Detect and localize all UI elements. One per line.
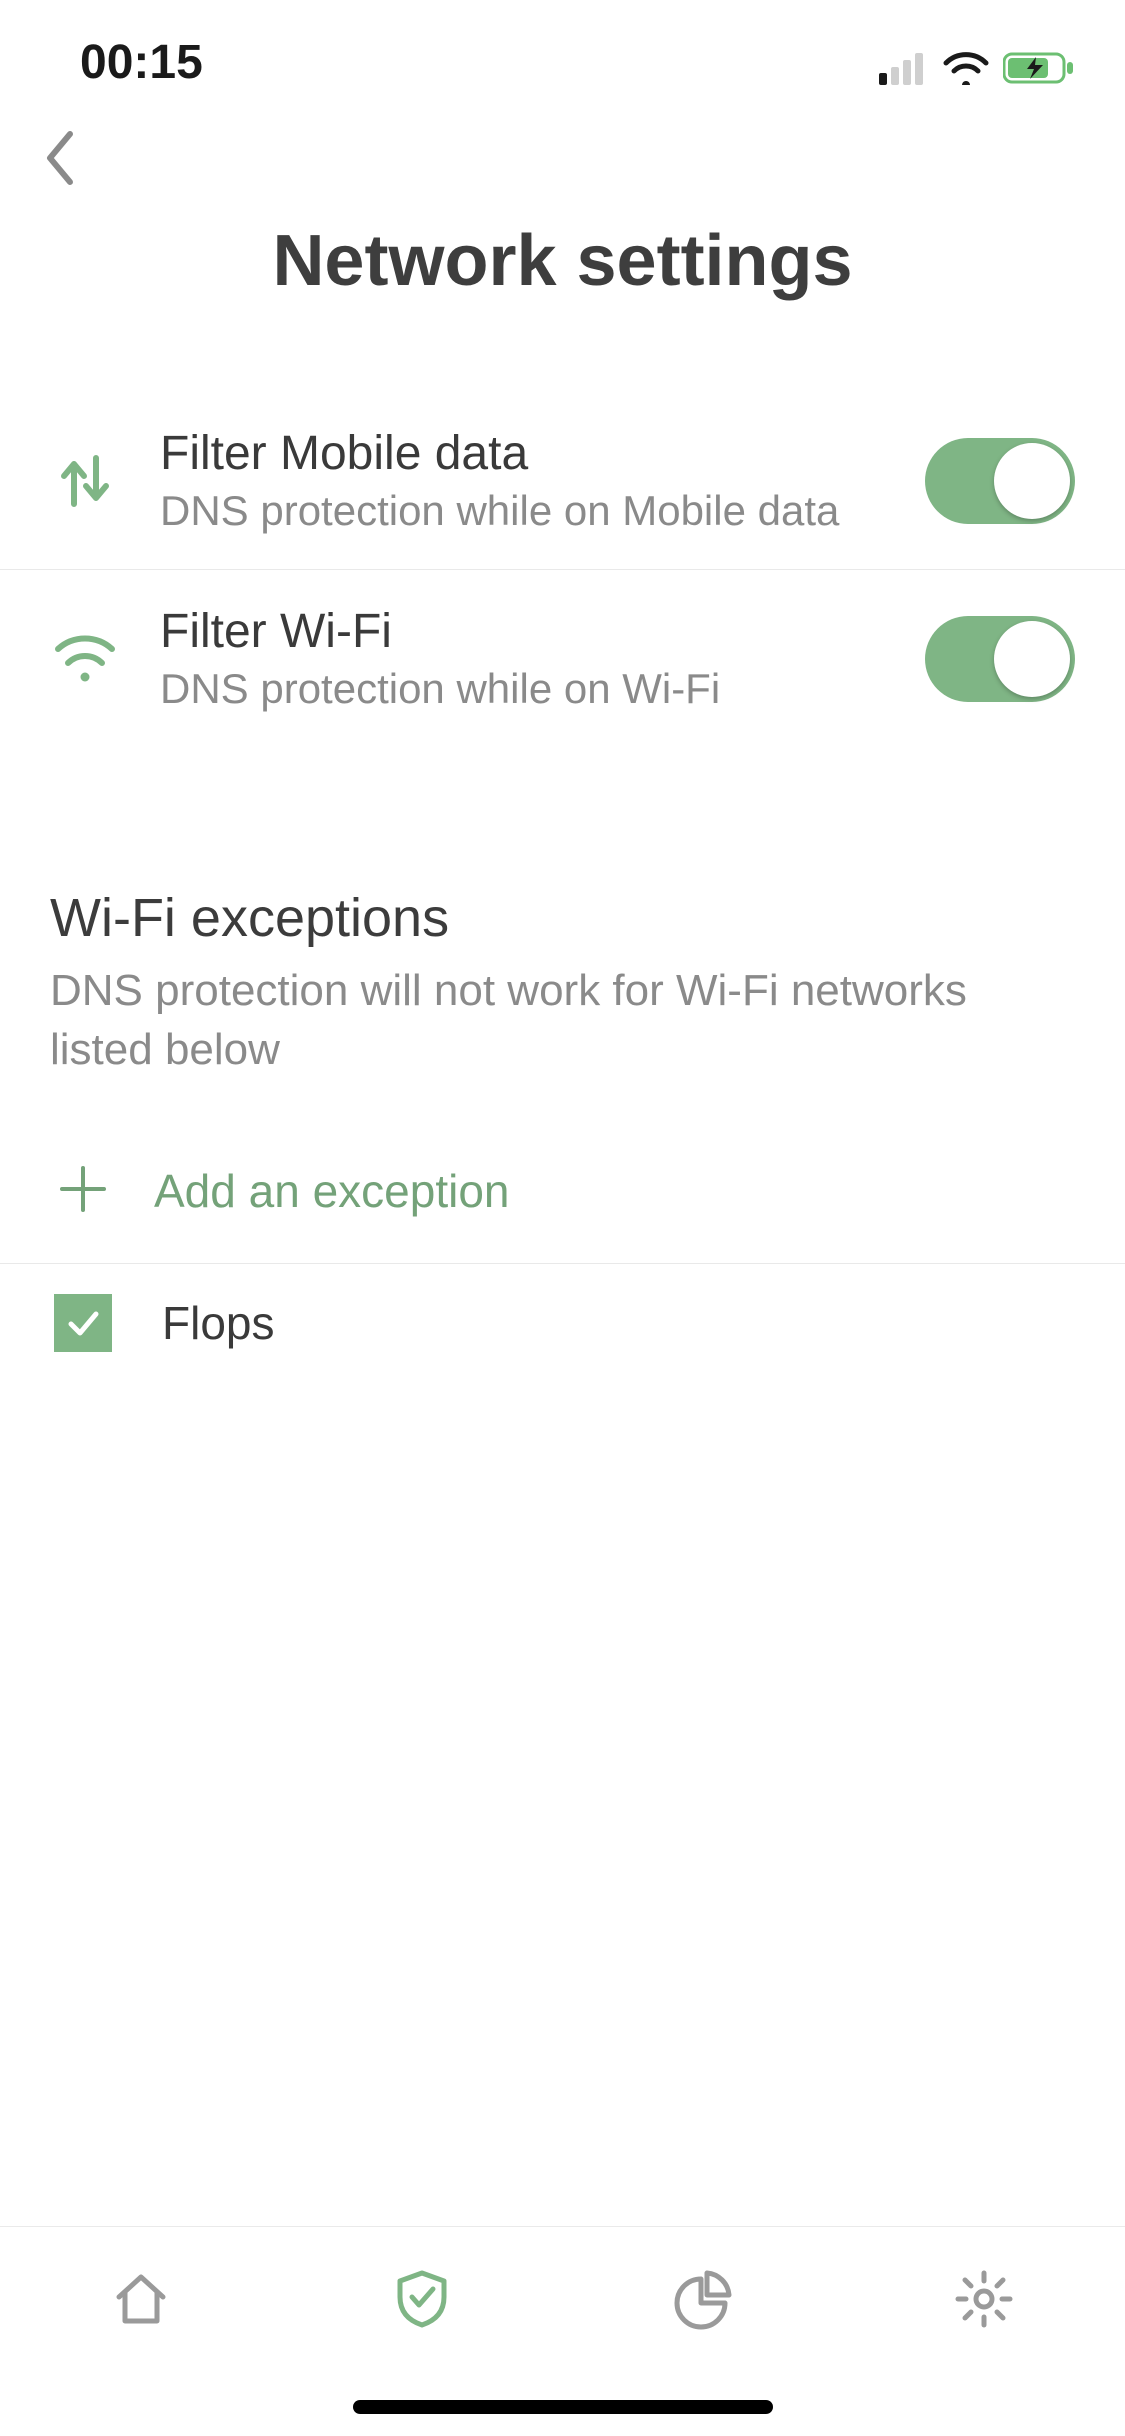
toggle-knob: [994, 443, 1070, 519]
pie-chart-icon: [671, 2267, 735, 2331]
status-time: 00:15: [80, 35, 203, 90]
page-title: Network settings: [0, 220, 1125, 342]
section-subtitle: DNS protection will not work for Wi-Fi n…: [50, 961, 1075, 1080]
exception-checkbox[interactable]: [54, 1294, 112, 1352]
setting-subtitle: DNS protection while on Wi-Fi: [160, 665, 885, 713]
battery-charging-icon: [1003, 51, 1075, 90]
exception-item[interactable]: Flops: [0, 1264, 1125, 1382]
home-icon: [109, 2267, 173, 2331]
setting-title: Filter Mobile data: [160, 426, 885, 481]
shield-check-icon: [390, 2267, 454, 2331]
toggle-knob: [994, 621, 1070, 697]
tab-settings[interactable]: [844, 2227, 1125, 2436]
wifi-exceptions-section: Wi-Fi exceptions DNS protection will not…: [0, 887, 1125, 1080]
check-icon: [63, 1303, 103, 1343]
wifi-icon: [50, 631, 120, 687]
status-indicators: [879, 51, 1075, 90]
mobile-data-icon: [50, 448, 120, 514]
tab-home[interactable]: [0, 2227, 281, 2436]
home-indicator[interactable]: [353, 2400, 773, 2414]
gear-icon: [952, 2267, 1016, 2331]
setting-filter-mobile-data[interactable]: Filter Mobile data DNS protection while …: [0, 392, 1125, 570]
toggle-filter-wifi[interactable]: [925, 616, 1075, 702]
plus-icon: [58, 1164, 108, 1219]
cellular-signal-icon: [879, 51, 929, 90]
setting-title: Filter Wi-Fi: [160, 604, 885, 659]
chevron-left-icon: [40, 128, 80, 188]
add-exception-label: Add an exception: [154, 1164, 510, 1218]
setting-subtitle: DNS protection while on Mobile data: [160, 487, 885, 535]
exception-label: Flops: [162, 1296, 274, 1350]
status-bar: 00:15: [0, 0, 1125, 100]
toggle-filter-mobile-data[interactable]: [925, 438, 1075, 524]
back-button[interactable]: [40, 128, 80, 193]
section-title: Wi-Fi exceptions: [50, 887, 1075, 949]
setting-filter-wifi[interactable]: Filter Wi-Fi DNS protection while on Wi-…: [0, 570, 1125, 747]
add-exception-button[interactable]: Add an exception: [0, 1120, 1125, 1264]
wifi-icon: [943, 51, 989, 90]
